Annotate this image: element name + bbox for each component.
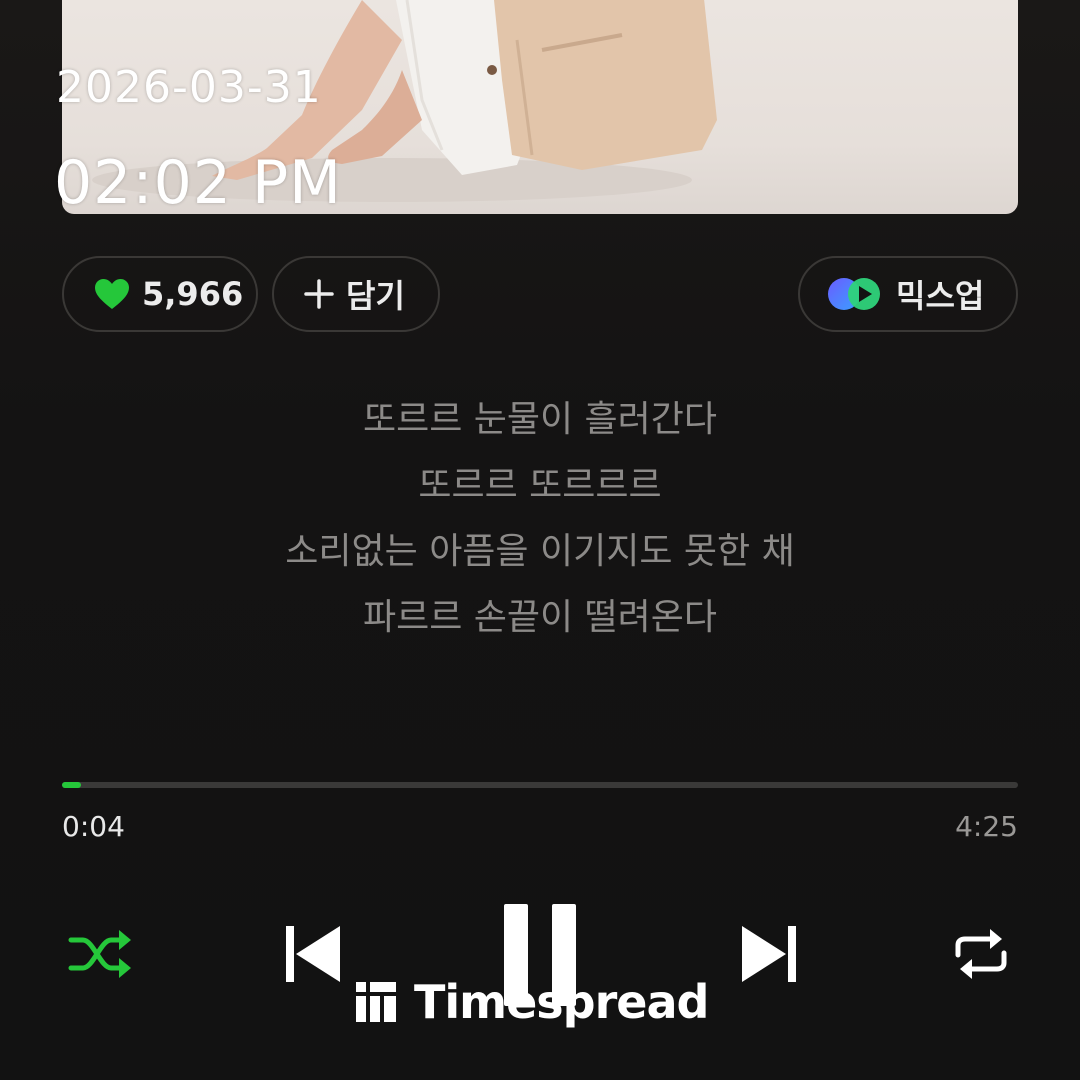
mixup-label: 믹스업 [896,277,985,315]
like-count: 5,966 [142,275,244,313]
like-button[interactable]: 5,966 [62,256,258,332]
lyric-line: 또르르 눈물이 흘러간다 [362,399,718,440]
current-time: 0:04 [62,810,125,843]
overlay-time: 02:02 PM [54,148,342,218]
shuffle-button[interactable] [62,922,138,986]
add-to-playlist-button[interactable]: 담기 [272,256,440,332]
overlay-date: 2026-03-31 [56,62,322,113]
watermark-text: Timespread [414,975,709,1029]
skip-next-icon [742,926,796,982]
skip-previous-icon [286,926,340,982]
next-track-button[interactable] [734,916,806,992]
progress-bar[interactable] [62,782,1018,788]
previous-track-button[interactable] [276,916,348,992]
player-screen: 2026-03-31 02:02 PM 5,966 담기 믹스업 또르르 눈물이… [0,0,1080,1080]
heart-icon [94,278,130,310]
add-label: 담기 [346,277,405,315]
repeat-icon [955,929,1007,979]
lyric-line: 파르르 손끝이 떨려온다 [362,597,718,638]
total-time: 4:25 [955,810,1018,843]
repeat-button[interactable] [944,922,1018,986]
timespread-logo-icon [356,982,396,1022]
plus-icon [304,279,334,309]
mixup-button[interactable]: 믹스업 [798,256,1018,332]
lyric-line: 소리없는 아픔을 이기지도 못한 채 [285,531,795,572]
shuffle-icon [68,930,131,978]
lyrics-panel[interactable]: 또르르 눈물이 흘러간다 또르르 또르르르 소리없는 아픔을 이기지도 못한 채… [0,390,1080,654]
progress-fill [62,782,82,788]
timespread-watermark: Timespread [354,972,709,1032]
mixup-icon [826,276,884,312]
lyric-line: 또르르 또르르르 [418,465,662,506]
